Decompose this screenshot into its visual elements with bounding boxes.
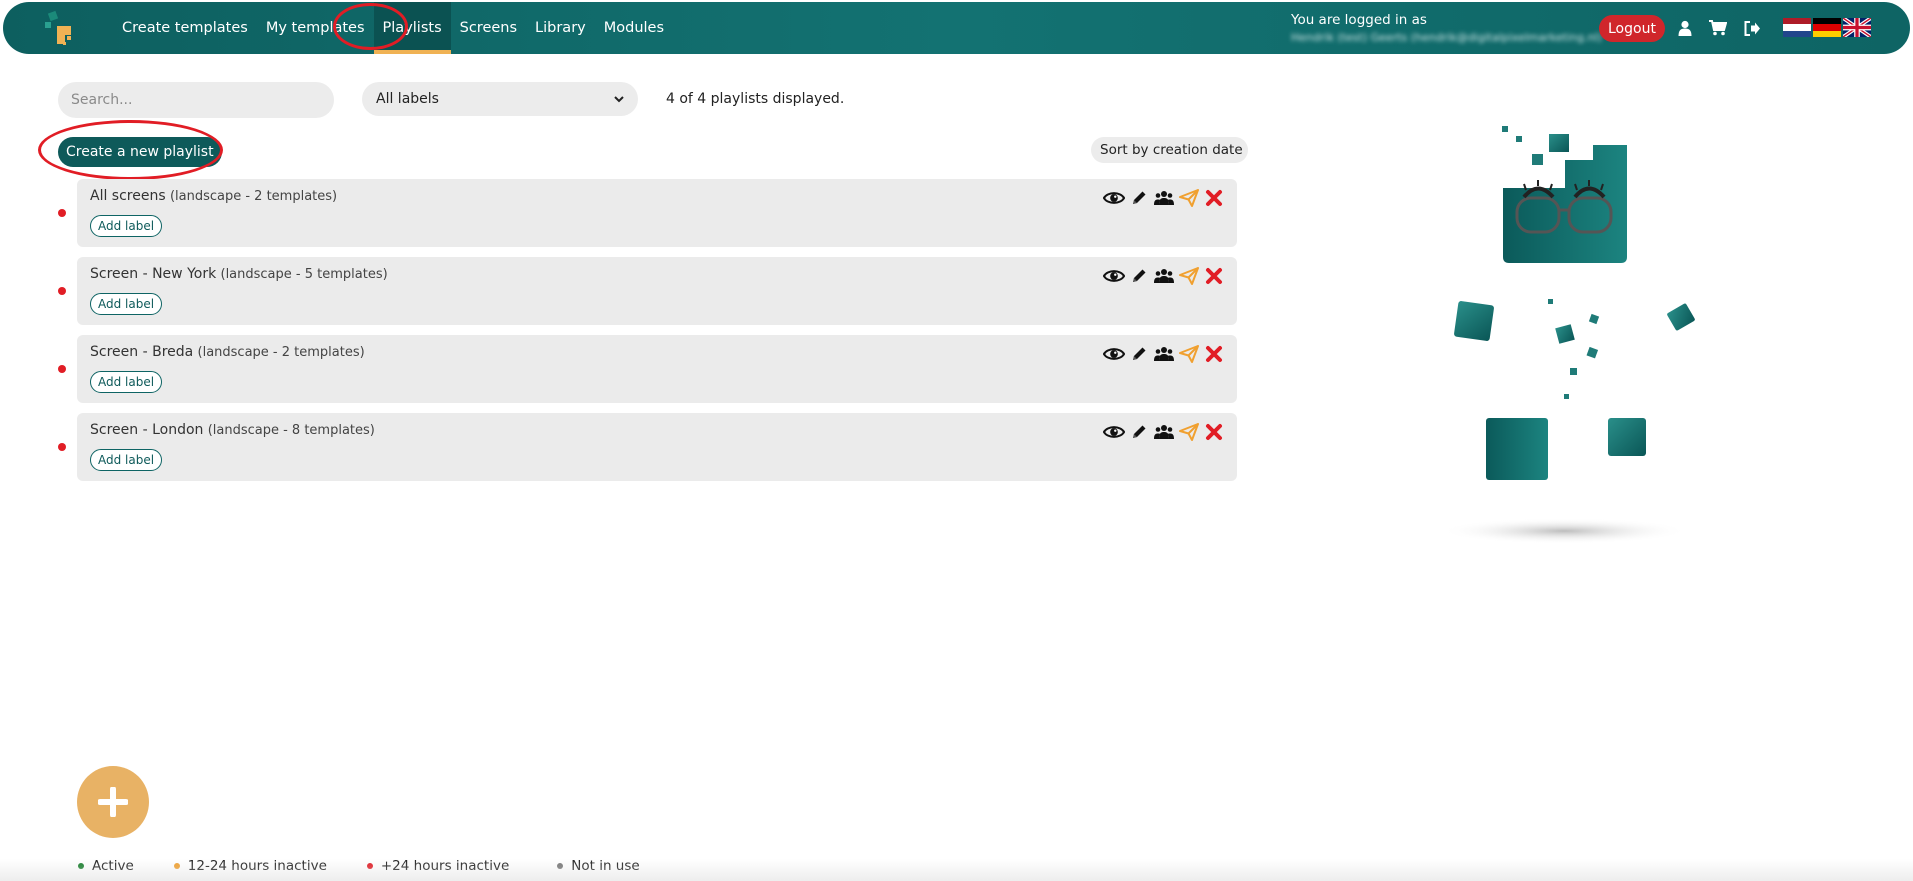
login-info: You are logged in as Hendrik (test) Geer… bbox=[1291, 12, 1602, 46]
playlist-meta: (landscape - 5 templates) bbox=[220, 267, 388, 282]
status-legend: Active 12-24 hours inactive +24 hours inac… bbox=[78, 858, 640, 874]
label-filter-value: All labels bbox=[376, 91, 439, 107]
playlist-title: Screen - Breda (landscape - 2 templates) bbox=[90, 344, 365, 360]
brand-logo[interactable] bbox=[43, 8, 85, 48]
legend-dot bbox=[557, 863, 564, 869]
logout-button[interactable]: Logout bbox=[1599, 15, 1665, 42]
playlist-name[interactable]: Screen - New York bbox=[90, 266, 216, 282]
eye-icon[interactable] bbox=[1103, 187, 1125, 209]
send-icon[interactable] bbox=[1178, 187, 1200, 209]
send-icon[interactable] bbox=[1178, 265, 1200, 287]
nav-create-templates[interactable]: Create templates bbox=[113, 2, 257, 54]
legend-dot bbox=[366, 863, 373, 869]
sort-select[interactable]: Sort by creation date bbox=[1091, 137, 1248, 163]
add-label-button[interactable]: Add label bbox=[90, 449, 163, 471]
nav-screens[interactable]: Screens bbox=[451, 2, 526, 54]
delete-icon[interactable] bbox=[1203, 421, 1225, 443]
legend-item: +24 hours inactive bbox=[366, 858, 510, 874]
legend-dot bbox=[78, 863, 84, 869]
users-icon[interactable] bbox=[1153, 265, 1175, 287]
delete-icon[interactable] bbox=[1203, 187, 1225, 209]
nav-library[interactable]: Library bbox=[526, 2, 595, 54]
cart-icon[interactable] bbox=[1707, 17, 1729, 39]
legend-label: +24 hours inactive bbox=[380, 858, 510, 874]
sort-value: Sort by creation date bbox=[1100, 142, 1243, 158]
nav-my-templates[interactable]: My templates bbox=[257, 2, 374, 54]
status-dot bbox=[58, 209, 66, 217]
pencil-icon[interactable] bbox=[1128, 187, 1150, 209]
status-dot bbox=[58, 287, 66, 295]
playlist-actions bbox=[1103, 265, 1225, 287]
playlist-name[interactable]: Screen - Breda bbox=[90, 344, 193, 360]
users-icon[interactable] bbox=[1153, 421, 1175, 443]
add-label-button[interactable]: Add label bbox=[90, 215, 163, 237]
playlist-actions bbox=[1103, 343, 1225, 365]
playlist-card: Screen - London (landscape - 8 templates… bbox=[77, 413, 1237, 481]
add-fab-button[interactable] bbox=[77, 766, 149, 838]
nav-modules[interactable]: Modules bbox=[595, 2, 673, 54]
legend-label: 12-24 hours inactive bbox=[187, 858, 327, 874]
eye-icon[interactable] bbox=[1103, 265, 1125, 287]
playlist-actions bbox=[1103, 421, 1225, 443]
pencil-icon[interactable] bbox=[1128, 265, 1150, 287]
delete-icon[interactable] bbox=[1203, 265, 1225, 287]
eye-icon[interactable] bbox=[1103, 421, 1125, 443]
search-input[interactable] bbox=[58, 82, 334, 118]
playlist-actions bbox=[1103, 187, 1225, 209]
playlist-meta: (landscape - 2 templates) bbox=[197, 345, 365, 360]
playlist-title: Screen - London (landscape - 8 templates… bbox=[90, 422, 375, 438]
uk-flag-icon[interactable] bbox=[1843, 18, 1871, 37]
sign-out-icon[interactable] bbox=[1741, 17, 1763, 39]
chevron-down-icon bbox=[614, 95, 624, 102]
create-playlist-button[interactable]: Create a new playlist bbox=[58, 137, 222, 167]
delete-icon[interactable] bbox=[1203, 343, 1225, 365]
nl-flag-icon[interactable] bbox=[1783, 18, 1811, 37]
playlist-card: Screen - New York (landscape - 5 templat… bbox=[77, 257, 1237, 325]
label-filter-select[interactable]: All labels bbox=[362, 82, 638, 116]
legend-item: Active bbox=[78, 858, 134, 874]
legend-item: Not in use bbox=[557, 858, 640, 874]
playlist-name[interactable]: All screens bbox=[90, 188, 166, 204]
de-flag-icon[interactable] bbox=[1813, 18, 1841, 37]
playlist-title: Screen - New York (landscape - 5 templat… bbox=[90, 266, 388, 282]
playlist-count: 4 of 4 playlists displayed. bbox=[666, 91, 845, 107]
robot-illustration bbox=[1440, 126, 1695, 544]
nav-playlists[interactable]: Playlists bbox=[373, 2, 451, 54]
playlist-meta: (landscape - 8 templates) bbox=[207, 423, 375, 438]
eye-icon[interactable] bbox=[1103, 343, 1125, 365]
status-dot bbox=[58, 365, 66, 373]
playlist-card: Screen - Breda (landscape - 2 templates)… bbox=[77, 335, 1237, 403]
playlist-meta: (landscape - 2 templates) bbox=[169, 189, 338, 204]
playlist-card: All screens (landscape - 2 templates) Ad… bbox=[77, 179, 1237, 247]
send-icon[interactable] bbox=[1178, 421, 1200, 443]
playlist-name[interactable]: Screen - London bbox=[90, 422, 203, 438]
legend-dot bbox=[173, 863, 180, 869]
legend-label: Not in use bbox=[571, 858, 640, 874]
users-icon[interactable] bbox=[1153, 187, 1175, 209]
login-label: You are logged in as bbox=[1291, 12, 1427, 28]
top-navbar: Create templates My templates Playlists … bbox=[3, 2, 1910, 54]
legend-label: Active bbox=[92, 858, 134, 874]
send-icon[interactable] bbox=[1178, 343, 1200, 365]
pencil-icon[interactable] bbox=[1128, 421, 1150, 443]
status-dot bbox=[58, 443, 66, 451]
main-nav: Create templates My templates Playlists … bbox=[113, 2, 673, 54]
add-label-button[interactable]: Add label bbox=[90, 371, 163, 393]
user-icon[interactable] bbox=[1674, 17, 1696, 39]
playlist-title: All screens (landscape - 2 templates) bbox=[90, 188, 337, 204]
legend-item: 12-24 hours inactive bbox=[173, 858, 327, 874]
users-icon[interactable] bbox=[1153, 343, 1175, 365]
pencil-icon[interactable] bbox=[1128, 343, 1150, 365]
login-user: Hendrik (test) Geerts (hendrik@digitalpi… bbox=[1291, 31, 1602, 44]
plus-icon bbox=[98, 787, 128, 817]
add-label-button[interactable]: Add label bbox=[90, 293, 163, 315]
